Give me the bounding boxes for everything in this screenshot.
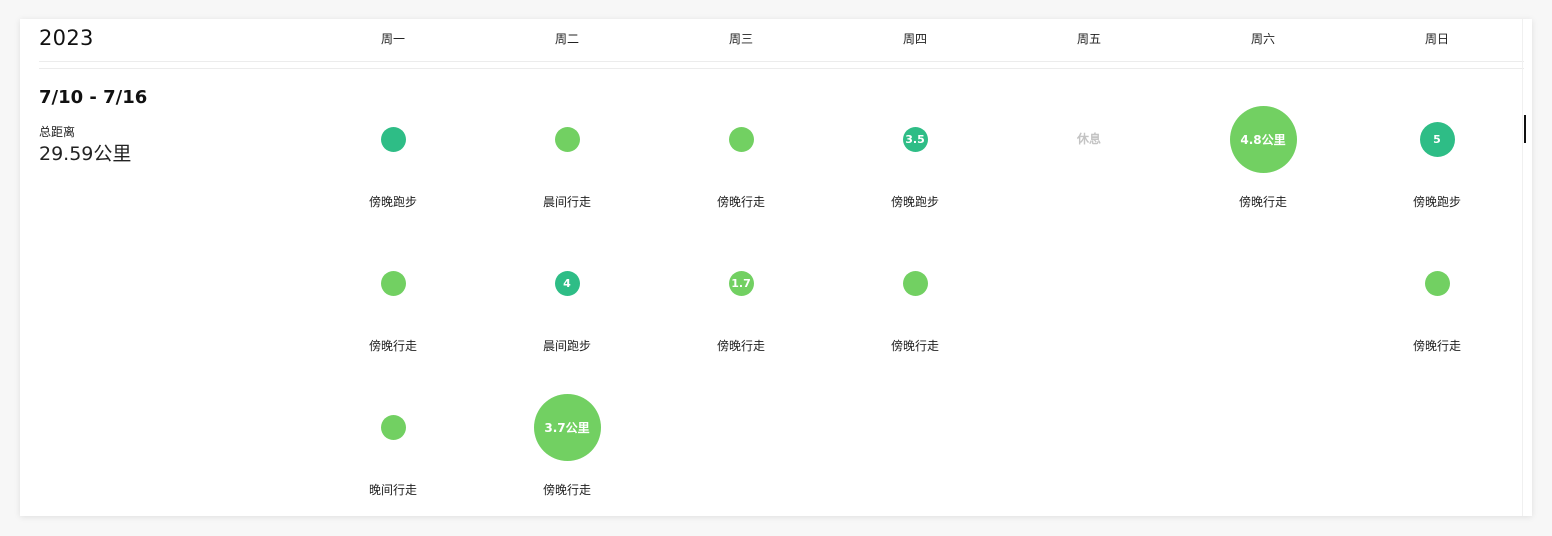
activity-label: 晚间行走 [368, 483, 417, 497]
activity-label: 傍晚行走 [716, 195, 765, 209]
activity-label: 傍晚跑步 [368, 195, 417, 209]
day-header-tue: 周二 [554, 32, 579, 46]
header-divider [39, 61, 1524, 62]
scrollbar-thumb[interactable] [1524, 115, 1526, 143]
activity-label: 傍晚行走 [716, 339, 765, 353]
activity-label: 傍晚行走 [890, 339, 939, 353]
activity-dot-walk[interactable] [380, 270, 406, 296]
activity-dot-walk[interactable]: 4.8公里 [1229, 105, 1297, 173]
activity-dot-run[interactable] [380, 126, 406, 152]
activity-dot-walk[interactable] [728, 126, 754, 152]
day-header-sun: 周日 [1424, 32, 1449, 46]
rest-day-label: 休息 [1076, 132, 1101, 146]
day-header-sat: 周六 [1250, 32, 1275, 46]
total-distance-value: 29.59公里 [39, 143, 132, 165]
activity-label: 傍晚跑步 [890, 195, 939, 209]
activity-label: 傍晚行走 [1412, 339, 1461, 353]
activity-dot-run[interactable]: 3.5 [902, 126, 928, 152]
scrollbar-track[interactable] [1522, 19, 1523, 516]
activity-label: 傍晚行走 [1238, 195, 1287, 209]
activity-dot-run[interactable]: 5 [1419, 121, 1455, 157]
total-distance-label: 总距离 [39, 125, 76, 139]
year-title: 2023 [39, 26, 94, 50]
activity-label: 晨间跑步 [542, 339, 591, 353]
activity-label: 傍晚行走 [368, 339, 417, 353]
weekly-activity-card: 2023 周一 周二 周三 周四 周五 周六 周日 7/10 - 7/16 总距… [20, 19, 1532, 516]
activity-dot-walk[interactable]: 3.7公里 [533, 393, 601, 461]
activity-dot-walk[interactable] [380, 414, 406, 440]
day-header-fri: 周五 [1076, 32, 1101, 46]
day-header-thu: 周四 [902, 32, 927, 46]
header-divider-secondary [39, 68, 1524, 69]
activity-dot-run[interactable]: 4 [554, 270, 580, 296]
activity-label: 傍晚行走 [542, 483, 591, 497]
activity-label: 傍晚跑步 [1412, 195, 1461, 209]
activity-dot-walk[interactable]: 1.7 [728, 270, 754, 296]
activity-dot-walk[interactable] [554, 126, 580, 152]
activity-dot-walk[interactable] [1424, 270, 1450, 296]
week-range: 7/10 - 7/16 [39, 87, 148, 108]
day-header-wed: 周三 [728, 32, 753, 46]
activity-label: 晨间行走 [542, 195, 591, 209]
activity-dot-walk[interactable] [902, 270, 928, 296]
day-header-mon: 周一 [380, 32, 405, 46]
